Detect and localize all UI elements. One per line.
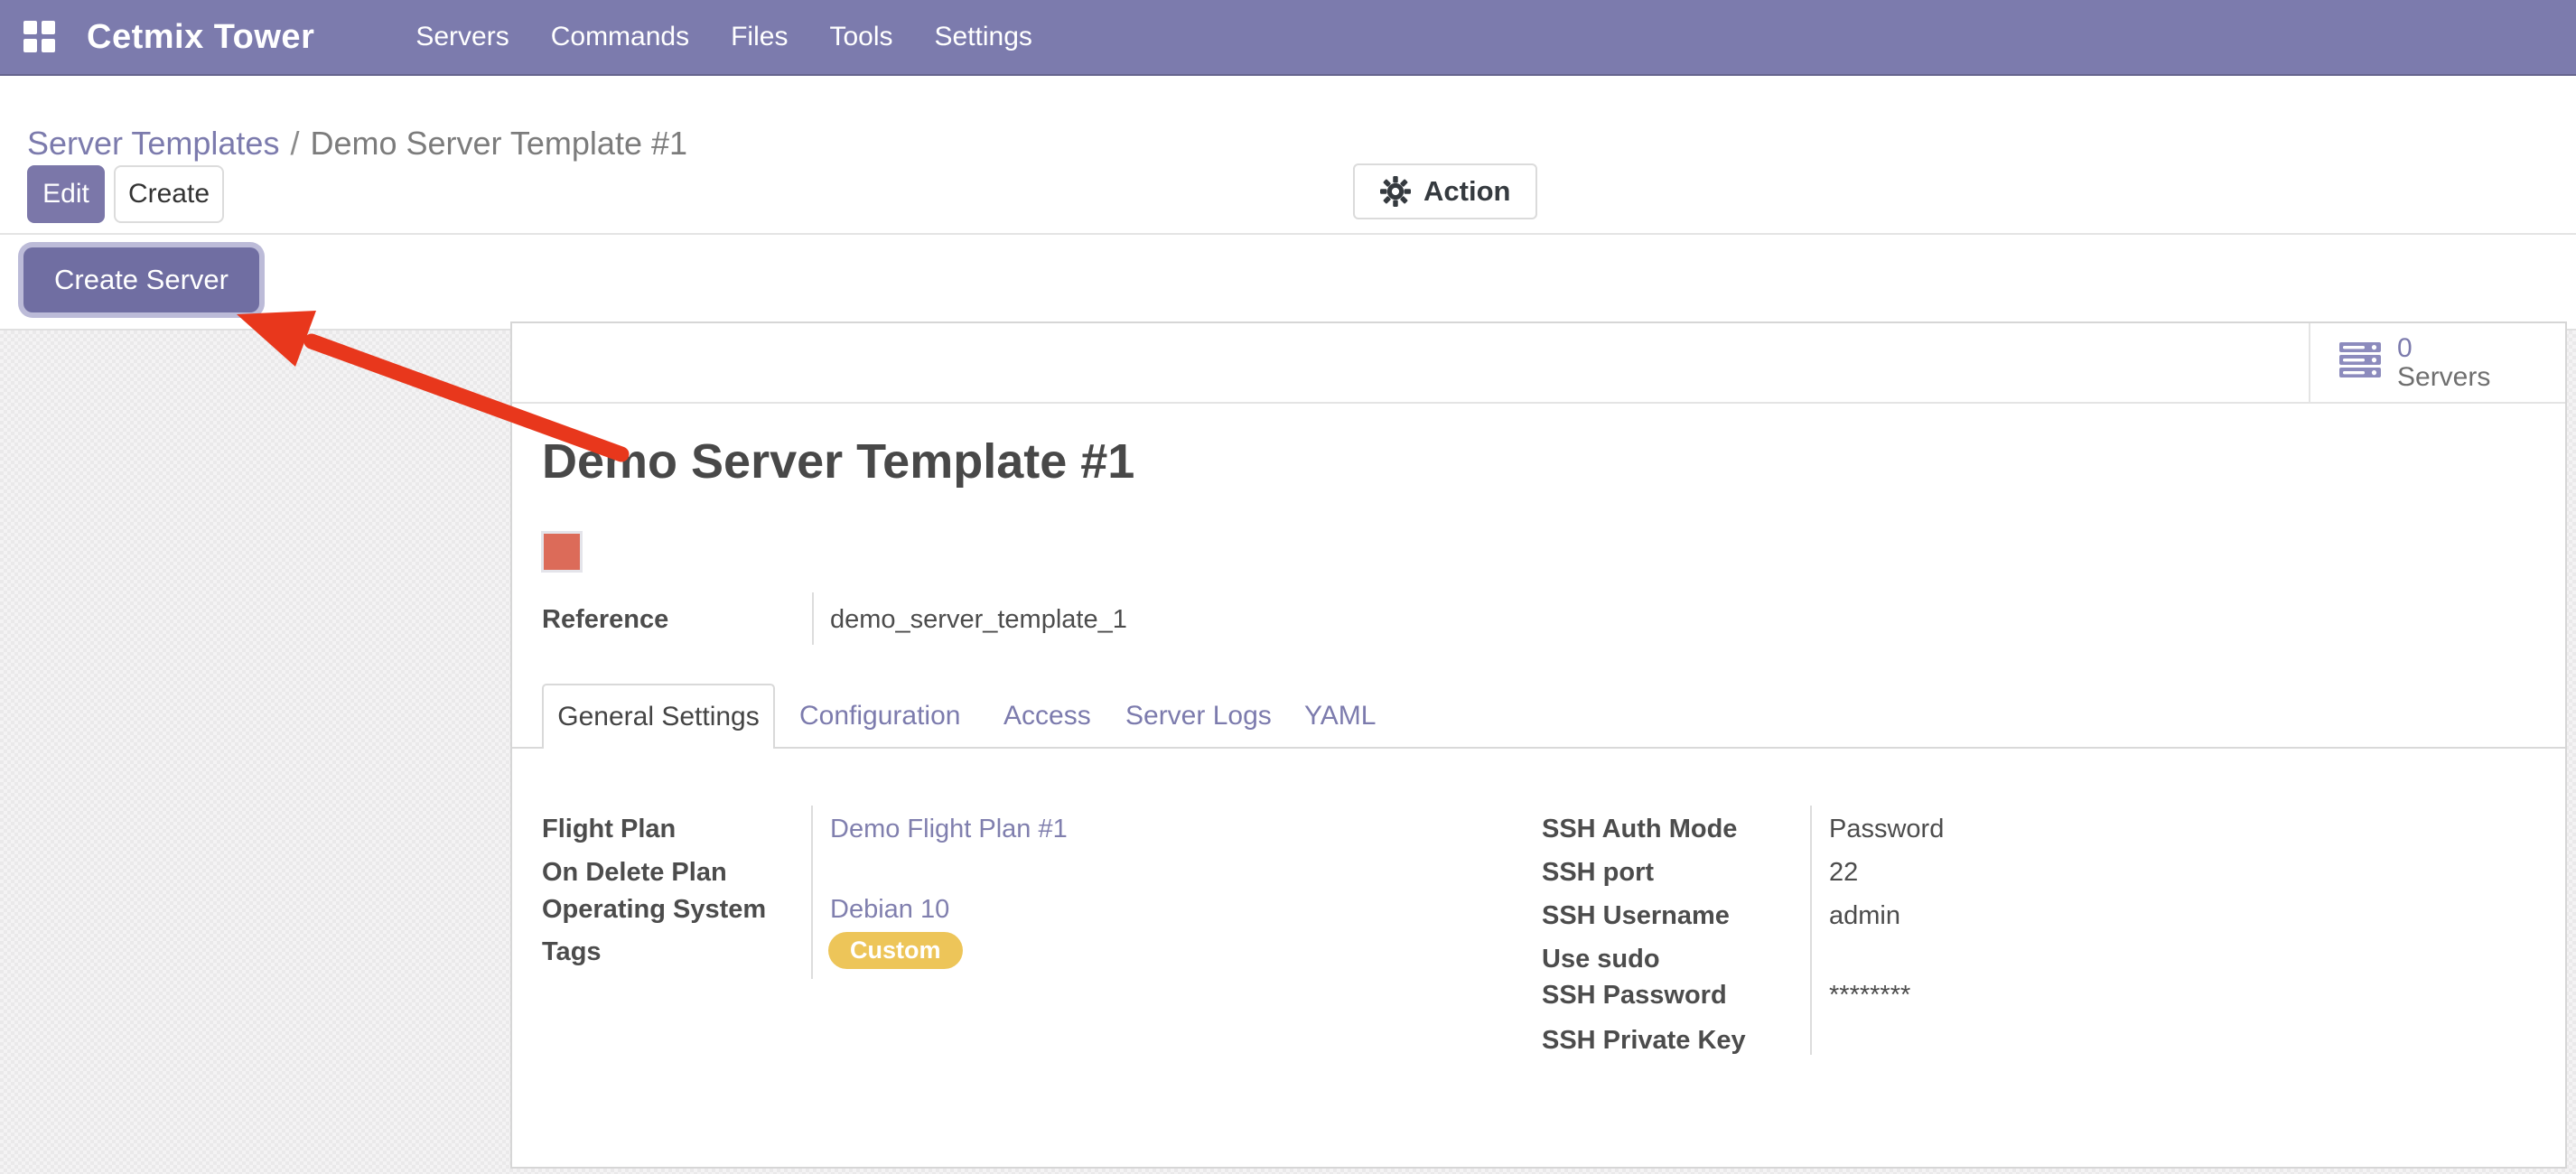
field-label-operating-system: Operating System bbox=[542, 895, 766, 925]
tab-access[interactable]: Access bbox=[1003, 701, 1091, 731]
servers-count: 0 bbox=[2397, 334, 2490, 363]
record-title: Demo Server Template #1 bbox=[542, 433, 1134, 489]
app-brand[interactable]: Cetmix Tower bbox=[87, 18, 314, 57]
gear-icon bbox=[1380, 176, 1411, 207]
menu-settings[interactable]: Settings bbox=[935, 22, 1032, 52]
create-server-button[interactable]: Create Server bbox=[23, 247, 259, 312]
apps-grid-icon[interactable] bbox=[23, 21, 56, 53]
field-label-tags: Tags bbox=[542, 937, 602, 967]
reference-value: demo_server_template_1 bbox=[830, 605, 1127, 635]
field-label-ssh-auth-mode: SSH Auth Mode bbox=[1542, 815, 1737, 844]
field-label-ssh-private-key: SSH Private Key bbox=[1542, 1026, 1746, 1056]
tab-configuration[interactable]: Configuration bbox=[799, 701, 960, 731]
reference-separator bbox=[812, 592, 814, 645]
tab-server-logs[interactable]: Server Logs bbox=[1125, 701, 1272, 731]
servers-count-label: Servers bbox=[2397, 363, 2490, 392]
field-label-ssh-username: SSH Username bbox=[1542, 901, 1730, 931]
menu-tools[interactable]: Tools bbox=[829, 22, 892, 52]
menu-files[interactable]: Files bbox=[731, 22, 788, 52]
field-value-ssh-username: admin bbox=[1829, 901, 1900, 931]
breadcrumb-separator: / bbox=[279, 125, 310, 162]
breadcrumb-current: Demo Server Template #1 bbox=[310, 125, 687, 162]
tag-badge-custom[interactable]: Custom bbox=[828, 932, 963, 969]
right-column-separator bbox=[1810, 806, 1812, 1055]
field-value-ssh-port: 22 bbox=[1829, 858, 1858, 888]
action-button[interactable]: Action bbox=[1353, 163, 1537, 219]
edit-button[interactable]: Edit bbox=[27, 165, 105, 223]
tabbar-baseline bbox=[512, 747, 2565, 749]
record-color-swatch[interactable] bbox=[541, 531, 583, 573]
field-label-use-sudo: Use sudo bbox=[1542, 945, 1660, 974]
top-navbar: Cetmix Tower Servers Commands Files Tool… bbox=[0, 0, 2576, 76]
field-value-ssh-password: ******** bbox=[1829, 981, 1910, 1011]
field-value-operating-system[interactable]: Debian 10 bbox=[830, 895, 949, 925]
reference-label: Reference bbox=[542, 605, 668, 635]
field-value-ssh-auth-mode: Password bbox=[1829, 815, 1944, 844]
menu-commands[interactable]: Commands bbox=[551, 22, 689, 52]
field-label-ssh-password: SSH Password bbox=[1542, 981, 1727, 1011]
control-panel: Server Templates/Demo Server Template #1… bbox=[0, 78, 2576, 233]
breadcrumb: Server Templates/Demo Server Template #1 bbox=[27, 125, 687, 163]
create-button[interactable]: Create bbox=[114, 165, 224, 223]
breadcrumb-parent-link[interactable]: Server Templates bbox=[27, 125, 279, 162]
field-label-flight-plan: Flight Plan bbox=[542, 815, 676, 844]
record-sheet: 0 Servers Demo Server Template #1 Refere… bbox=[510, 321, 2567, 1169]
field-value-flight-plan[interactable]: Demo Flight Plan #1 bbox=[830, 815, 1068, 844]
tab-general-settings[interactable]: General Settings bbox=[542, 684, 775, 749]
buttonbox-divider bbox=[512, 402, 2565, 404]
field-label-on-delete-plan: On Delete Plan bbox=[542, 858, 727, 888]
action-button-label: Action bbox=[1423, 175, 1510, 208]
server-stack-icon bbox=[2339, 342, 2381, 383]
servers-stat-button[interactable]: 0 Servers bbox=[2309, 323, 2563, 402]
menu-servers[interactable]: Servers bbox=[415, 22, 509, 52]
left-column-separator bbox=[811, 806, 813, 979]
tab-yaml[interactable]: YAML bbox=[1304, 701, 1376, 731]
main-menu: Servers Commands Files Tools Settings bbox=[415, 22, 1032, 52]
form-statusbar: Create Server bbox=[0, 233, 2576, 331]
field-label-ssh-port: SSH port bbox=[1542, 858, 1654, 888]
